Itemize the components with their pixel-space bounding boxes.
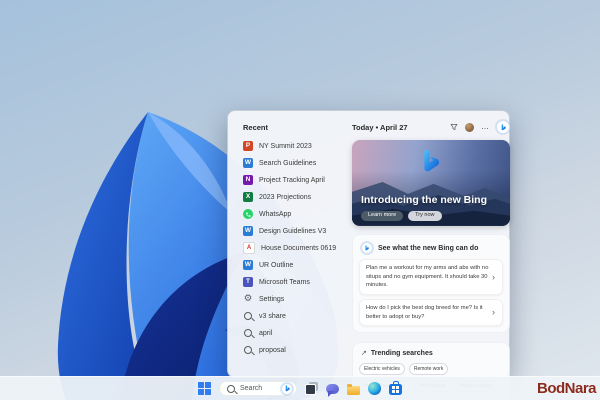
edge-browser-button[interactable] (368, 382, 381, 395)
recent-item-microsoft-teams[interactable]: T Microsoft Teams (243, 276, 342, 288)
start-button[interactable] (198, 382, 211, 395)
bing-suggestion-card[interactable]: How do I pick the best dog breed for me?… (359, 299, 503, 326)
search-placeholder-text: Search (240, 385, 262, 392)
windows-desktop: Recent P NY Summit 2023 W Search Guideli… (0, 0, 600, 400)
date-label: Today • April 27 (352, 123, 408, 132)
search-home-panel: Recent P NY Summit 2023 W Search Guideli… (227, 110, 510, 378)
bodnara-watermark: BodNara (537, 380, 596, 397)
recent-item-label: Project Tracking April (259, 177, 325, 184)
bing-icon[interactable] (496, 120, 510, 134)
recent-item-v3-share[interactable]: v3 share (243, 310, 342, 322)
word-icon: W (243, 226, 253, 236)
taskbar-search-input[interactable]: Search (219, 381, 297, 396)
trending-chip[interactable]: Electric vehicles (359, 363, 405, 375)
recent-item-label: WhatsApp (259, 211, 291, 218)
recent-item-label: House Documents 0619 (261, 245, 336, 252)
bing-icon (361, 242, 373, 254)
more-options-icon[interactable]: … (481, 123, 489, 131)
bing-logo (419, 149, 444, 174)
word-icon: W (243, 260, 253, 270)
recent-item-label: april (259, 330, 272, 337)
gear-icon: ⚙ (243, 294, 253, 304)
user-avatar[interactable] (465, 123, 474, 132)
recent-item-label: proposal (259, 347, 286, 354)
recent-item-house-documents[interactable]: A House Documents 0619 (243, 242, 342, 254)
recent-item-label: v3 share (259, 313, 286, 320)
recent-item-label: Microsoft Teams (259, 279, 310, 286)
chevron-right-icon: › (492, 308, 496, 317)
taskbar: Search (0, 376, 600, 400)
whatsapp-icon (243, 209, 253, 219)
microsoft-store-button[interactable] (389, 384, 402, 395)
search-icon (244, 312, 252, 320)
recent-item-label: Search Guidelines (259, 160, 316, 167)
recent-item-search-guidelines[interactable]: W Search Guidelines (243, 157, 342, 169)
learn-more-button[interactable]: Learn more (361, 211, 403, 222)
recent-item-ny-summit[interactable]: P NY Summit 2023 (243, 140, 342, 152)
hero-title: Introducing the new Bing (361, 194, 487, 206)
teams-icon: T (243, 277, 253, 287)
bing-suggestion-card[interactable]: Plan me a workout for my arms and abs wi… (359, 259, 503, 295)
excel-icon: X (243, 192, 253, 202)
powerpoint-icon: P (243, 141, 253, 151)
filter-icon[interactable] (450, 123, 458, 131)
recent-title: Recent (243, 123, 342, 132)
recent-item-2023-projections[interactable]: X 2023 Projections (243, 191, 342, 203)
recent-column: Recent P NY Summit 2023 W Search Guideli… (228, 111, 346, 377)
task-view-button[interactable] (305, 382, 318, 395)
recent-item-design-guidelines[interactable]: W Design Guidelines V3 (243, 225, 342, 237)
search-icon (227, 385, 235, 393)
recent-item-project-tracking[interactable]: N Project Tracking April (243, 174, 342, 186)
suggestion-text: Plan me a workout for my arms and abs wi… (366, 264, 492, 290)
recent-item-april[interactable]: april (243, 327, 342, 339)
trending-icon: ↗ (361, 350, 367, 357)
bing-can-do-section: See what the new Bing can do Plan me a w… (352, 234, 510, 333)
recent-item-ur-outline[interactable]: W UR Outline (243, 259, 342, 271)
search-icon (244, 346, 252, 354)
bing-can-do-title: See what the new Bing can do (378, 245, 478, 252)
recent-item-proposal[interactable]: proposal (243, 344, 342, 356)
bing-hero-card[interactable]: Introducing the new Bing Learn more Try … (352, 140, 510, 226)
word-icon: W (243, 158, 253, 168)
recent-item-label: 2023 Projections (259, 194, 311, 201)
file-explorer-button[interactable] (347, 386, 360, 395)
try-now-button[interactable]: Try now (408, 211, 441, 222)
recent-item-label: Settings (259, 296, 284, 303)
chat-button[interactable] (326, 384, 339, 394)
recent-item-label: Design Guidelines V3 (259, 228, 326, 235)
bing-icon (281, 383, 293, 395)
pdf-icon: A (243, 242, 255, 254)
recent-item-settings[interactable]: ⚙ Settings (243, 293, 342, 305)
chevron-right-icon: › (492, 273, 496, 282)
recent-list: P NY Summit 2023 W Search Guidelines N P… (243, 140, 342, 356)
suggestion-text: How do I pick the best dog breed for me?… (366, 304, 492, 321)
recent-item-label: UR Outline (259, 262, 293, 269)
feed-header: Today • April 27 … (352, 120, 510, 134)
recent-item-whatsapp[interactable]: WhatsApp (243, 208, 342, 220)
onenote-icon: N (243, 175, 253, 185)
trending-title: Trending searches (371, 350, 433, 357)
search-icon (244, 329, 252, 337)
trending-chip[interactable]: Remote work (409, 363, 448, 375)
feed-column: Today • April 27 … Introd (346, 111, 520, 377)
recent-item-label: NY Summit 2023 (259, 143, 312, 150)
